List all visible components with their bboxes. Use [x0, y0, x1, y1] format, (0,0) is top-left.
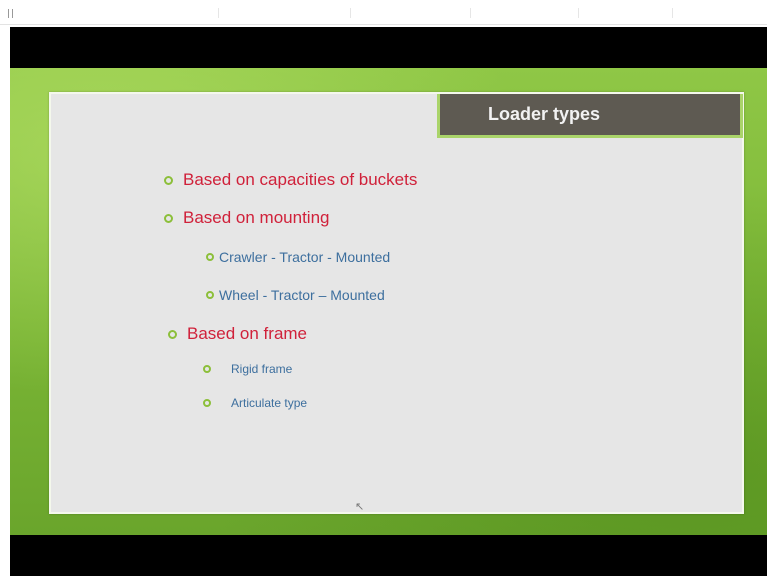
slide-title: Loader types: [437, 94, 743, 138]
bullet-item: Based on frame: [168, 324, 307, 344]
circle-bullet-icon: [164, 213, 173, 223]
top-strip: [0, 0, 767, 25]
ruler-tick: [218, 8, 219, 18]
circle-bullet-icon: [164, 175, 173, 185]
bullet-text: Based on mounting: [183, 208, 330, 227]
bullet-item: Articulate type: [203, 396, 307, 410]
video-player[interactable]: Loader types Based on capacities of buck…: [10, 27, 767, 576]
bullet-text: Rigid frame: [231, 362, 293, 376]
ruler-tick: [578, 8, 579, 18]
bullet-item: Rigid frame: [203, 362, 292, 376]
bullet-item: Based on mounting: [164, 208, 330, 228]
ruler-tick: [672, 8, 673, 18]
slide-content-panel: Loader types Based on capacities of buck…: [49, 92, 744, 514]
ruler-tick: [470, 8, 471, 18]
circle-bullet-icon: [206, 253, 214, 261]
bullet-text: Crawler - Tractor - Mounted: [219, 249, 391, 265]
circle-bullet-icon: [206, 291, 214, 299]
circle-bullet-icon: [203, 399, 211, 407]
bullet-item: Crawler - Tractor - Mounted: [206, 249, 390, 265]
bullet-text: Wheel - Tractor – Mounted: [219, 287, 385, 303]
circle-bullet-icon: [203, 365, 211, 373]
circle-bullet-icon: [168, 329, 177, 339]
bullet-text: Based on capacities of buckets: [183, 170, 418, 189]
ruler-marker-icon: [8, 9, 13, 18]
ruler-tick: [350, 8, 351, 18]
bullet-text: Based on frame: [187, 324, 308, 343]
slide: Loader types Based on capacities of buck…: [10, 68, 767, 535]
video-bottom-bar: [10, 535, 767, 576]
bullet-text: Articulate type: [231, 396, 308, 410]
bullet-item: Wheel - Tractor – Mounted: [206, 287, 385, 303]
bullet-item: Based on capacities of buckets: [164, 170, 417, 190]
mouse-cursor-icon: ↖: [355, 501, 365, 513]
